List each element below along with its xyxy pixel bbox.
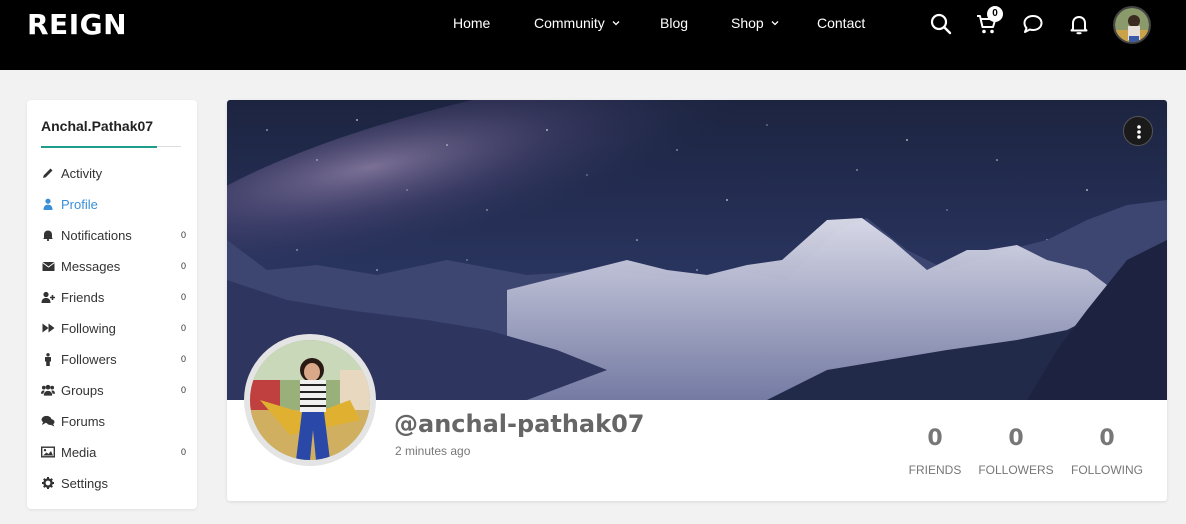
bell-icon[interactable] [1067, 12, 1091, 36]
user-icon [41, 197, 55, 211]
nav-blog[interactable]: Blog [660, 15, 688, 31]
sidebar-item-notifications[interactable]: Notifications 0 [41, 224, 186, 246]
sidebar-item-label: Forums [61, 413, 106, 429]
chat-icon[interactable] [1021, 12, 1045, 36]
stat-following[interactable]: 0 FOLLOWING [1062, 426, 1152, 477]
stat-value: 0 [1099, 426, 1115, 451]
sidebar-item-count: 0 [180, 261, 186, 271]
stat-value: 0 [927, 426, 943, 451]
envelope-icon [41, 259, 55, 273]
sidebar-item-friends[interactable]: Friends 0 [41, 286, 186, 308]
sidebar-item-label: Notifications [61, 227, 132, 243]
gear-icon [41, 476, 55, 490]
username-underline [41, 146, 157, 148]
nav-shop-label: Shop [731, 15, 764, 31]
nav-community-label: Community [534, 15, 605, 31]
sidebar-item-media[interactable]: Media 0 [41, 441, 186, 463]
stat-value: 0 [1008, 426, 1024, 451]
sidebar-item-count: 0 [180, 292, 186, 302]
person-icon [41, 352, 55, 366]
cover-image [227, 100, 1167, 400]
sidebar-item-label: Followers [61, 351, 117, 367]
image-icon [41, 445, 55, 459]
site-logo[interactable]: REIGN [27, 8, 127, 41]
avatar-image [250, 340, 370, 460]
top-navbar: REIGN Home Community Blog Shop Contact 0 [0, 0, 1186, 70]
chevron-down-icon [771, 21, 779, 26]
pencil-icon [41, 166, 55, 180]
nav-contact[interactable]: Contact [817, 15, 865, 31]
sidebar-item-count: 0 [180, 447, 186, 457]
divider [157, 146, 181, 147]
user-avatar[interactable] [1113, 6, 1151, 44]
last-active-time: 2 minutes ago [395, 444, 471, 458]
sidebar-item-label: Messages [61, 258, 121, 274]
sidebar-item-label: Groups [61, 382, 104, 398]
sidebar-item-activity[interactable]: Activity [41, 162, 186, 184]
users-icon [41, 383, 55, 397]
more-options-button[interactable] [1123, 116, 1153, 146]
sidebar-username: Anchal.Pathak07 [41, 118, 154, 134]
sidebar-item-label: Settings [61, 475, 108, 491]
avatar-photo [1115, 8, 1149, 42]
sidebar-item-count: 0 [180, 354, 186, 364]
profile-avatar[interactable] [244, 334, 376, 466]
fast-forward-icon [41, 321, 55, 335]
nav-home-label: Home [453, 15, 491, 31]
sidebar-item-profile[interactable]: Profile [41, 193, 186, 215]
sidebar-item-label: Friends [61, 289, 105, 305]
stat-friends[interactable]: 0 FRIENDS [890, 426, 980, 477]
sidebar-item-count: 0 [180, 230, 186, 240]
sidebar-item-messages[interactable]: Messages 0 [41, 255, 186, 277]
sidebar-item-groups[interactable]: Groups 0 [41, 379, 186, 401]
user-plus-icon [41, 290, 55, 304]
sidebar-item-label: Profile [61, 196, 98, 212]
nav-community[interactable]: Community [534, 15, 621, 31]
sidebar-item-following[interactable]: Following 0 [41, 317, 186, 339]
nav-shop[interactable]: Shop [731, 15, 780, 31]
profile-sidebar: Anchal.Pathak07 Activity Profile Notific… [27, 100, 197, 509]
stat-followers[interactable]: 0 FOLLOWERS [971, 426, 1061, 477]
cart-count-badge: 0 [987, 6, 1003, 22]
nav-contact-label: Contact [817, 15, 866, 31]
chevron-down-icon [612, 21, 620, 26]
stat-label: FRIENDS [908, 463, 962, 477]
sidebar-item-label: Media [61, 444, 97, 460]
nav-home[interactable]: Home [453, 15, 490, 31]
sidebar-item-label: Following [61, 320, 116, 336]
sidebar-item-count: 0 [180, 323, 186, 333]
profile-handle: @anchal-pathak07 [394, 410, 645, 438]
sidebar-item-forums[interactable]: Forums [41, 410, 186, 432]
stat-label: FOLLOWING [1070, 463, 1143, 477]
cover-photo [227, 100, 1167, 400]
profile-avatar-photo [250, 340, 370, 460]
stat-label: FOLLOWERS [978, 463, 1054, 477]
sidebar-item-label: Activity [61, 165, 103, 181]
nav-blog-label: Blog [660, 15, 689, 31]
search-icon[interactable] [929, 12, 953, 36]
comments-icon [41, 414, 55, 428]
sidebar-item-followers[interactable]: Followers 0 [41, 348, 186, 370]
vertical-dots-icon [1137, 125, 1141, 139]
sidebar-item-settings[interactable]: Settings [41, 472, 186, 494]
bell-icon [41, 228, 55, 242]
sidebar-item-count: 0 [180, 385, 186, 395]
